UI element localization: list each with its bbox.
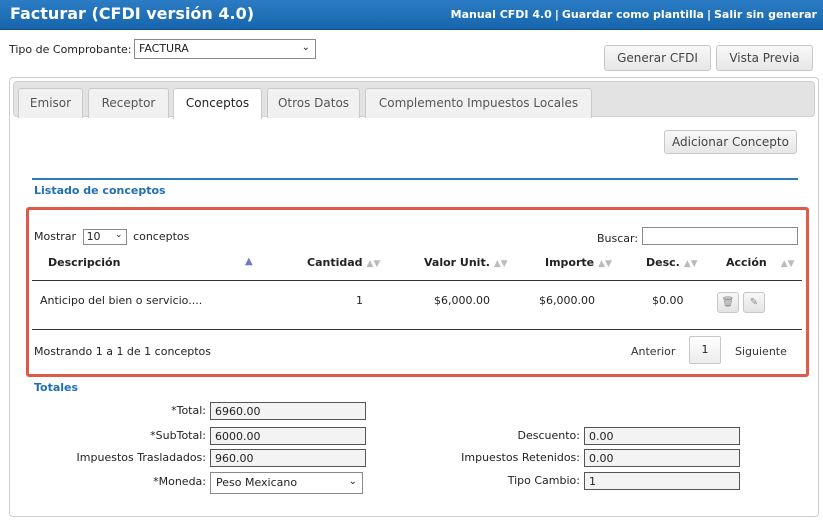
cell-cantidad: 1: [356, 294, 363, 307]
page-length-control: Mostrar 10 ⌄ conceptos: [34, 229, 189, 245]
mostrar-label: Mostrar: [34, 230, 77, 243]
column-header-valor-unit[interactable]: Valor Unit. ▲▼: [424, 256, 508, 269]
add-concept-button[interactable]: Adicionar Concepto: [664, 130, 797, 154]
column-label: Descripción: [48, 256, 121, 269]
total-field[interactable]: 6960.00: [210, 402, 366, 420]
delete-concept-button[interactable]: 🗑: [717, 292, 739, 313]
page-length-select[interactable]: 10 ⌄: [82, 229, 127, 245]
manual-link[interactable]: Manual CFDI 4.0: [451, 8, 552, 21]
separator: |: [706, 8, 711, 21]
impuestos-trasladados-field[interactable]: 960.00: [210, 449, 366, 467]
tipo-comprobante-select[interactable]: FACTURA ⌄: [134, 39, 316, 59]
impuestos-retenidos-label: Impuestos Retenidos:: [461, 451, 580, 464]
descuento-field[interactable]: 0.00: [584, 427, 740, 445]
tipo-comprobante-label: Tipo de Comprobante:: [9, 43, 132, 56]
app-header: Facturar (CFDI versión 4.0) Manual CFDI …: [0, 0, 823, 30]
subtotal-field[interactable]: 6000.00: [210, 427, 366, 445]
column-header-cantidad[interactable]: Cantidad ▲▼: [307, 256, 380, 269]
generate-cfdi-button[interactable]: Generar CFDI: [604, 45, 711, 71]
table-header-divider: [32, 280, 802, 281]
pencil-icon: ✎: [749, 297, 759, 308]
pagination-previous[interactable]: Anterior: [631, 345, 675, 358]
page-length-value: 10: [86, 230, 101, 243]
separator: |: [554, 8, 559, 21]
sort-arrows-icon: ▲▼: [598, 259, 612, 269]
chevron-down-icon: ⌄: [115, 230, 123, 240]
tab-emisor[interactable]: Emisor: [18, 88, 83, 118]
save-template-link[interactable]: Guardar como plantilla: [562, 8, 704, 21]
tab-bar: Emisor Receptor Conceptos Otros Datos Co…: [13, 81, 815, 119]
column-label: Cantidad: [307, 256, 363, 269]
cell-importe: $6,000.00: [539, 294, 595, 307]
chevron-down-icon: ⌄: [348, 476, 357, 487]
column-label: Desc.: [646, 256, 680, 269]
tipo-comprobante-value: FACTURA: [139, 42, 189, 55]
pagination-next[interactable]: Siguiente: [735, 345, 787, 358]
search-input[interactable]: [642, 227, 798, 245]
total-label: *Total:: [171, 404, 206, 417]
moneda-label: *Moneda:: [153, 475, 206, 488]
search-label: Buscar:: [597, 232, 639, 245]
main-panel: Emisor Receptor Conceptos Otros Datos Co…: [9, 77, 819, 517]
trash-icon: 🗑: [721, 297, 735, 308]
cell-descripcion: Anticipo del bien o servicio....: [40, 294, 203, 307]
column-label: Acción: [726, 256, 767, 269]
sort-arrows-icon: ▲▼: [366, 259, 381, 269]
sort-arrows-icon: ▲▼: [493, 259, 508, 269]
column-header-accion[interactable]: Acción ▲▼: [726, 256, 795, 269]
section-title: Listado de conceptos: [34, 184, 166, 197]
column-label: Valor Unit.: [424, 256, 490, 269]
mostrar-suffix: conceptos: [133, 230, 190, 243]
moneda-value: Peso Mexicano: [216, 476, 298, 489]
tipo-cambio-field[interactable]: 1: [584, 472, 740, 490]
column-header-desc[interactable]: Desc. ▲▼: [646, 256, 698, 269]
column-label: Importe: [545, 256, 595, 269]
edit-concept-button[interactable]: ✎: [743, 292, 765, 313]
tab-complemento[interactable]: Complemento Impuestos Locales: [365, 88, 592, 118]
preview-button[interactable]: Vista Previa: [716, 45, 813, 71]
chevron-down-icon: ⌄: [301, 42, 310, 53]
column-header-importe[interactable]: Importe ▲▼: [545, 256, 612, 269]
table-footer-divider: [32, 329, 802, 330]
descuento-label: Descuento:: [517, 429, 580, 442]
tab-receptor[interactable]: Receptor: [88, 88, 169, 118]
sort-arrows-icon: ▲▼: [683, 259, 698, 269]
exit-link[interactable]: Salir sin generar: [714, 8, 817, 21]
concept-list: Mostrar 10 ⌄ conceptos Buscar: Descripció…: [26, 207, 809, 377]
subtotal-label: *SubTotal:: [150, 429, 206, 442]
tab-conceptos[interactable]: Conceptos: [173, 88, 262, 119]
section-divider: [32, 178, 798, 180]
column-header-descripcion[interactable]: Descripción: [48, 256, 120, 269]
moneda-select[interactable]: Peso Mexicano ⌄: [210, 472, 363, 494]
table-info: Mostrando 1 a 1 de 1 conceptos: [34, 345, 211, 358]
sort-asc-icon: ▲: [245, 256, 253, 267]
tab-otros-datos[interactable]: Otros Datos: [267, 88, 360, 118]
sort-arrows-icon: ▲▼: [780, 259, 795, 269]
cell-desc: $0.00: [652, 294, 684, 307]
totales-title: Totales: [34, 381, 79, 394]
impuestos-trasladados-label: Impuestos Trasladados:: [76, 451, 206, 464]
tipo-cambio-label: Tipo Cambio:: [507, 474, 580, 487]
cell-valor-unit: $6,000.00: [434, 294, 490, 307]
header-links: Manual CFDI 4.0 | Guardar como plantilla | S…: [451, 8, 817, 21]
impuestos-retenidos-field[interactable]: 0.00: [584, 449, 740, 467]
pagination-page[interactable]: 1: [689, 336, 721, 364]
page-title: Facturar (CFDI versión 4.0): [10, 4, 255, 23]
